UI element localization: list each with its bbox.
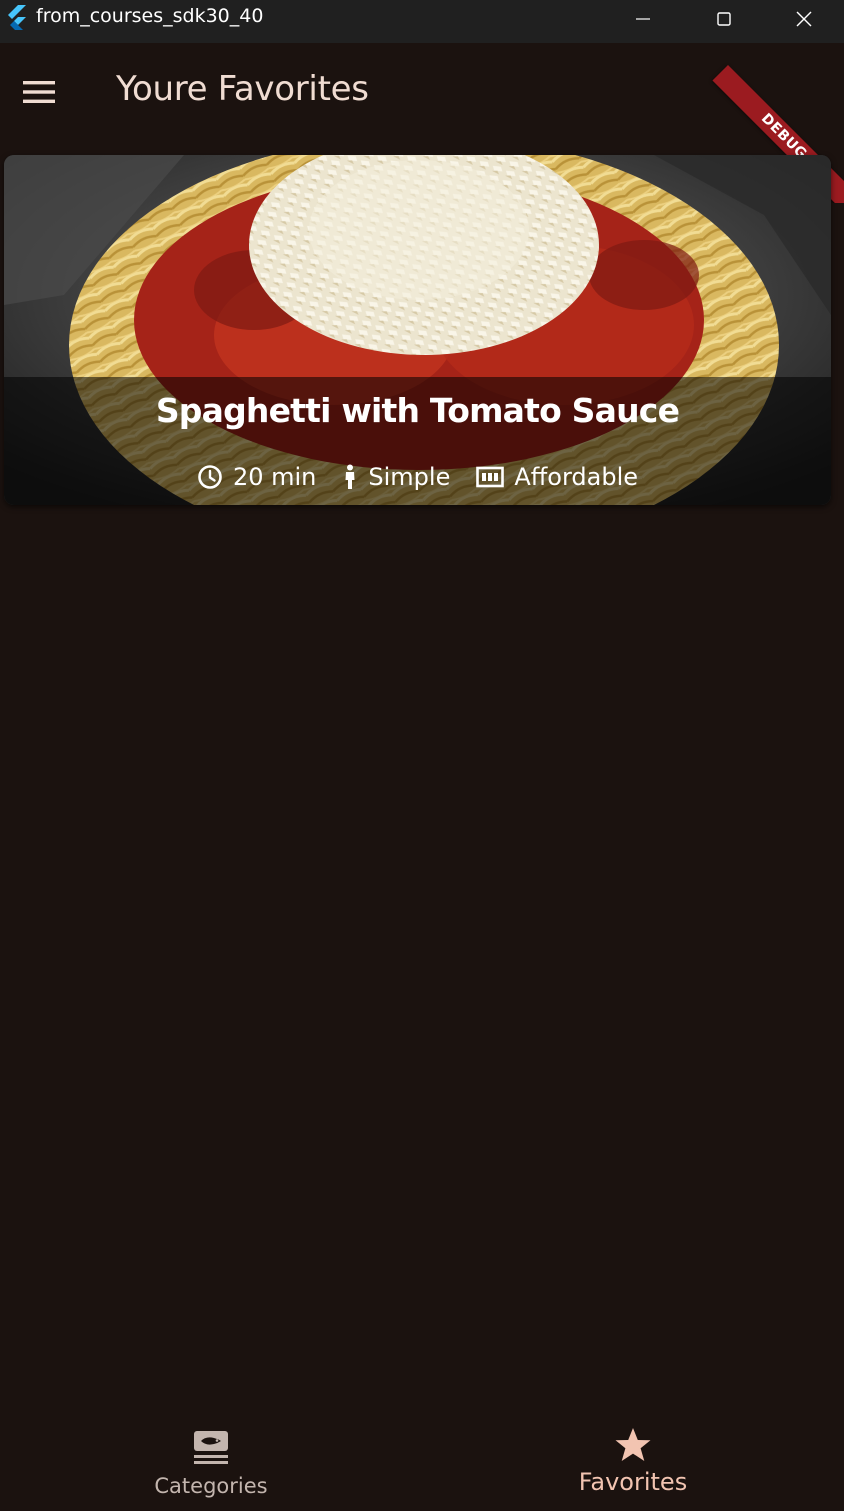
minimize-button[interactable] — [603, 0, 683, 38]
nav-item-categories[interactable]: Categories — [0, 1411, 422, 1511]
meal-complexity-label: Simple — [368, 463, 451, 491]
minimize-icon — [636, 18, 650, 20]
app-window: from_courses_sdk30_40 Youre Favorites DE… — [0, 0, 844, 1511]
meal-affordability-label: Affordable — [514, 463, 639, 491]
drawer-menu-button[interactable] — [14, 69, 64, 115]
person-icon — [345, 464, 355, 489]
window-titlebar[interactable]: from_courses_sdk30_40 — [0, 0, 844, 43]
flutter-logo-icon — [4, 4, 30, 33]
nav-label-categories: Categories — [154, 1474, 268, 1498]
hamburger-menu-icon — [23, 81, 55, 103]
meal-affordability: Affordable — [476, 463, 638, 491]
nav-label-favorites: Favorites — [578, 1468, 688, 1496]
clock-icon — [198, 465, 222, 489]
page-title: Youre Favorites — [116, 69, 369, 109]
meal-duration-label: 20 min — [232, 463, 317, 491]
meal-title: Spaghetti with Tomato Sauce — [155, 391, 680, 430]
bottom-navigation-bar: Categories Favorites — [0, 1411, 844, 1511]
window-title: from_courses_sdk30_40 — [36, 5, 264, 27]
meal-card[interactable]: Spaghetti with Tomato Sauce 20 min Simpl… — [4, 155, 831, 505]
app-bar: Youre Favorites — [0, 43, 844, 143]
category-icon — [194, 1431, 228, 1464]
close-icon — [796, 11, 812, 27]
nav-item-favorites[interactable]: Favorites — [422, 1411, 844, 1511]
money-icon — [476, 466, 505, 488]
meal-complexity: Simple — [342, 463, 450, 491]
maximize-button[interactable] — [684, 0, 764, 38]
star-icon — [615, 1428, 651, 1461]
meal-traits: 20 min Simple Affordable — [4, 459, 831, 495]
maximize-icon — [717, 12, 731, 26]
close-button[interactable] — [764, 0, 844, 38]
meal-duration: 20 min — [197, 463, 316, 491]
